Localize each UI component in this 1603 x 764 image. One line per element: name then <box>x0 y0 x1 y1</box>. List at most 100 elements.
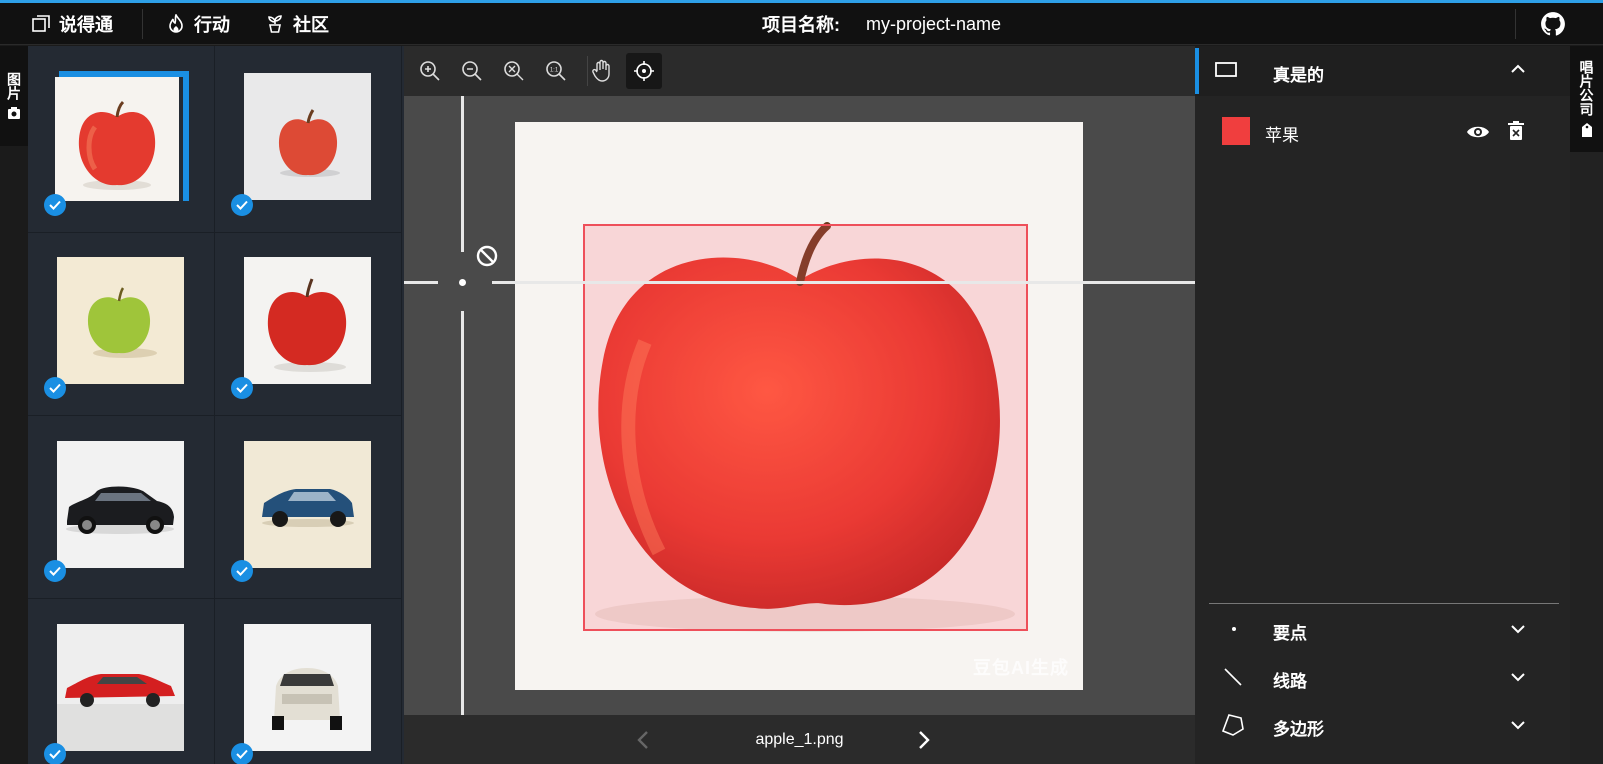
label-row[interactable]: 苹果 <box>1195 106 1570 156</box>
check-icon <box>44 560 66 582</box>
labels-tab-label: 唱片公司 <box>1578 60 1595 116</box>
hand-icon <box>592 59 610 82</box>
labels-panel: 真是的 苹果 要点 线路 多边形 <box>1195 46 1570 764</box>
crosshair-icon <box>634 61 654 81</box>
project-label: 项目名称: <box>762 15 840 35</box>
thumbnail-item[interactable] <box>215 412 402 599</box>
label-name: 苹果 <box>1265 126 1299 145</box>
thumbnail-image <box>57 624 184 751</box>
zoom-actual-icon: 1:1 <box>546 61 566 81</box>
crosshair-guide-horizontal-right <box>492 281 1195 284</box>
line-label: 线路 <box>1273 672 1307 691</box>
check-icon <box>231 743 253 764</box>
app-window: 说得通 行动 社区 项目名称: my-project-name 图片 1:1 豆… <box>0 0 1603 764</box>
delete-icon[interactable] <box>1508 121 1524 141</box>
check-icon <box>44 377 66 399</box>
chevron-down-icon[interactable] <box>1510 719 1526 731</box>
camera-icon <box>8 107 20 119</box>
pan-tool-button[interactable] <box>584 53 620 89</box>
zoom-fit-button[interactable] <box>496 53 532 89</box>
thumbnail-image <box>244 624 371 751</box>
nav-action[interactable]: 行动 <box>167 3 230 45</box>
image-watermark: 豆包AI生成 <box>973 658 1069 678</box>
images-tab-label: 图片 <box>6 72 22 100</box>
line-section-header[interactable]: 线路 <box>1195 654 1570 700</box>
nav-community[interactable]: 社区 <box>266 3 329 45</box>
flame-icon <box>169 14 183 33</box>
plant-icon <box>268 15 282 33</box>
next-image-button[interactable] <box>917 729 931 751</box>
not-allowed-icon <box>476 245 498 267</box>
images-side-tab[interactable]: 图片 <box>0 46 28 146</box>
thumbnail-item[interactable] <box>215 229 402 416</box>
thumbnail-item[interactable] <box>215 46 402 233</box>
thumbnail-image <box>55 77 179 201</box>
section-title: 真是的 <box>1273 66 1324 85</box>
tag-icon <box>1581 123 1592 137</box>
brand-name: 说得通 <box>59 15 113 35</box>
crosshair-guide-vertical-bottom <box>461 311 464 715</box>
crosshair-guide-horizontal-left <box>404 281 438 284</box>
rectangle-section-header[interactable]: 真是的 <box>1195 46 1570 96</box>
project-title: 项目名称: my-project-name <box>762 3 1001 45</box>
zoom-in-button[interactable] <box>412 53 448 89</box>
keypoint-label: 要点 <box>1273 624 1307 643</box>
check-icon <box>44 743 66 764</box>
header-divider <box>142 9 143 39</box>
check-icon <box>231 194 253 216</box>
svg-text:1:1: 1:1 <box>550 68 559 74</box>
check-icon <box>231 377 253 399</box>
right-edge-strip <box>1570 152 1603 764</box>
thumbnail-gallery <box>28 46 404 764</box>
brand-icon <box>32 15 50 32</box>
section-accent <box>1195 48 1199 94</box>
crosshair-guide-vertical-top <box>461 96 464 252</box>
polygon-icon <box>1221 714 1244 736</box>
image-navigation-bar: apple_1.png <box>404 715 1195 764</box>
canvas-toolbar: 1:1 <box>404 46 1195 96</box>
dot-icon <box>1232 627 1236 631</box>
zoom-out-icon <box>462 61 482 81</box>
panel-divider <box>1209 603 1559 604</box>
check-icon <box>44 194 66 216</box>
top-header: 说得通 行动 社区 项目名称: my-project-name <box>0 3 1603 45</box>
nav-community-label: 社区 <box>293 15 329 35</box>
thumbnail-item[interactable] <box>28 412 215 599</box>
brand-link[interactable]: 说得通 <box>32 3 113 45</box>
bounding-box[interactable] <box>583 224 1028 631</box>
label-color-swatch[interactable] <box>1222 117 1250 145</box>
labels-side-tab[interactable]: 唱片公司 <box>1570 46 1603 152</box>
current-filename: apple_1.png <box>755 731 844 748</box>
polygon-label: 多边形 <box>1273 720 1324 739</box>
chevron-down-icon[interactable] <box>1510 623 1526 635</box>
keypoint-section-header[interactable]: 要点 <box>1195 606 1570 652</box>
polygon-section-header[interactable]: 多边形 <box>1195 702 1570 748</box>
crosshair-center-dot <box>459 279 466 286</box>
zoom-in-icon <box>420 61 440 81</box>
header-divider <box>1515 9 1516 39</box>
thumbnail-item[interactable] <box>28 46 215 233</box>
zoom-fit-icon <box>504 61 524 81</box>
thumbnail-image <box>244 257 371 384</box>
nav-action-label: 行动 <box>194 15 230 35</box>
project-name: my-project-name <box>866 13 1002 34</box>
thumbnail-item[interactable] <box>28 595 215 764</box>
thumbnail-image <box>244 441 371 568</box>
thumbnail-image <box>244 73 371 200</box>
main-image[interactable]: 豆包AI生成 <box>515 122 1083 690</box>
select-tool-button[interactable] <box>626 53 662 89</box>
thumbnail-image <box>57 257 184 384</box>
thumbnail-image <box>57 441 184 568</box>
line-icon <box>1224 668 1242 686</box>
check-icon <box>231 560 253 582</box>
chevron-down-icon[interactable] <box>1510 671 1526 683</box>
zoom-actual-button[interactable]: 1:1 <box>538 53 574 89</box>
zoom-out-button[interactable] <box>454 53 490 89</box>
rectangle-icon <box>1215 62 1237 77</box>
thumbnail-item[interactable] <box>28 229 215 416</box>
github-icon[interactable] <box>1540 11 1566 37</box>
annotation-canvas[interactable]: 豆包AI生成 <box>404 96 1195 715</box>
chevron-up-icon[interactable] <box>1510 63 1526 75</box>
thumbnail-item[interactable] <box>215 595 402 764</box>
eye-icon[interactable] <box>1466 124 1490 140</box>
